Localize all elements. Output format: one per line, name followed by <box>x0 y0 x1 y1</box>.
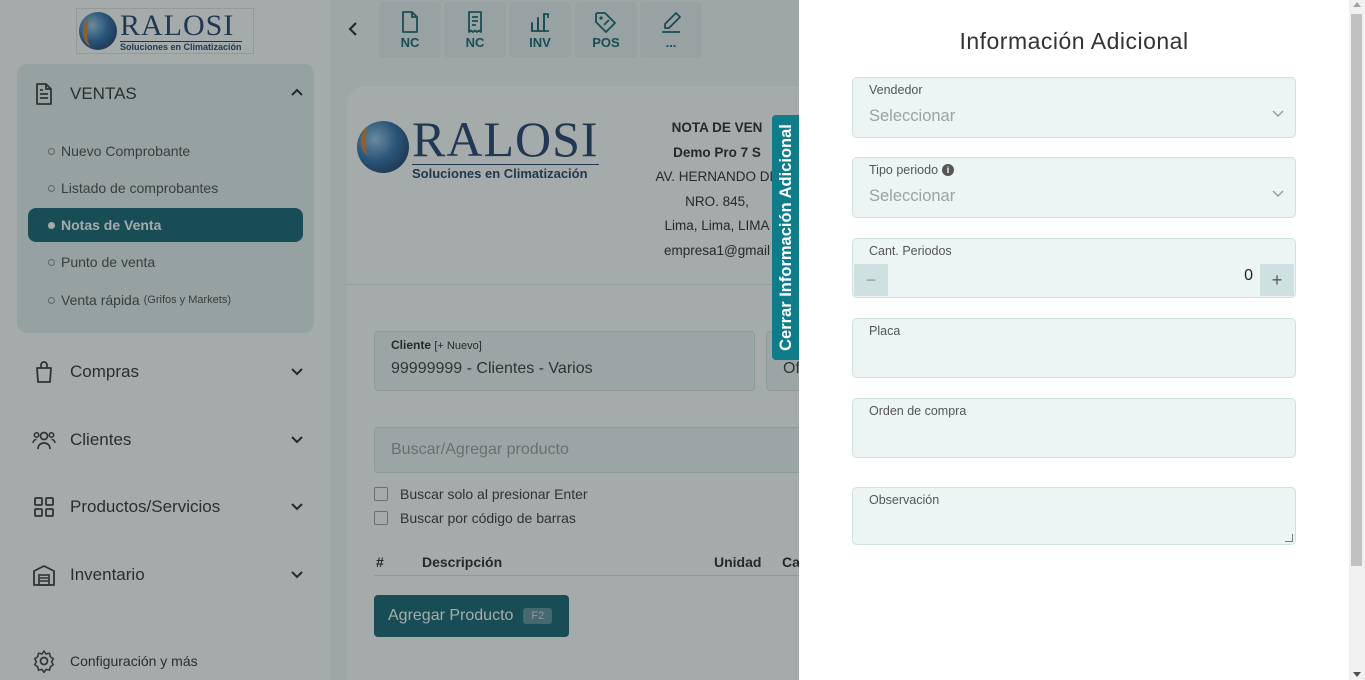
cant-periodos-label: Cant. Periodos <box>869 244 952 258</box>
cant-periodos-stepper[interactable]: Cant. Periodos − 0 + <box>852 238 1296 298</box>
resize-handle-icon[interactable] <box>1285 534 1293 542</box>
placa-label: Placa <box>869 324 901 338</box>
vendedor-select[interactable]: Vendedor Seleccionar <box>852 77 1296 138</box>
page-scrollbar[interactable] <box>1349 0 1365 680</box>
additional-info-drawer: Información Adicional Vendedor Seleccion… <box>799 0 1349 680</box>
tipo-periodo-value: Seleccionar <box>869 187 956 205</box>
scroll-down-arrow-icon[interactable] <box>1353 672 1361 677</box>
vendedor-label: Vendedor <box>869 83 923 97</box>
close-additional-info-tab[interactable]: Cerrar Información Adicional <box>772 115 800 360</box>
scroll-thumb[interactable] <box>1351 14 1362 566</box>
scroll-up-arrow-icon[interactable] <box>1353 2 1361 7</box>
chevron-down-icon <box>1271 106 1285 120</box>
drawer-title: Información Adicional <box>959 28 1189 54</box>
orden-compra-label: Orden de compra <box>869 404 967 418</box>
cant-periodos-value[interactable]: 0 <box>1244 267 1253 285</box>
observacion-textarea[interactable]: Observación <box>852 487 1296 545</box>
placa-field[interactable]: Placa <box>852 318 1296 378</box>
chevron-down-icon <box>1271 186 1285 200</box>
info-icon[interactable]: i <box>942 164 955 176</box>
increment-button[interactable]: + <box>1260 264 1294 296</box>
modal-backdrop[interactable] <box>0 0 799 680</box>
tipo-periodo-select[interactable]: Tipo periodo i Seleccionar <box>852 157 1296 218</box>
decrement-button[interactable]: − <box>854 264 888 296</box>
observacion-label: Observación <box>869 493 940 507</box>
vendedor-value: Seleccionar <box>869 107 956 125</box>
tipo-periodo-label: Tipo periodo i <box>869 163 955 177</box>
orden-compra-field[interactable]: Orden de compra <box>852 398 1296 458</box>
